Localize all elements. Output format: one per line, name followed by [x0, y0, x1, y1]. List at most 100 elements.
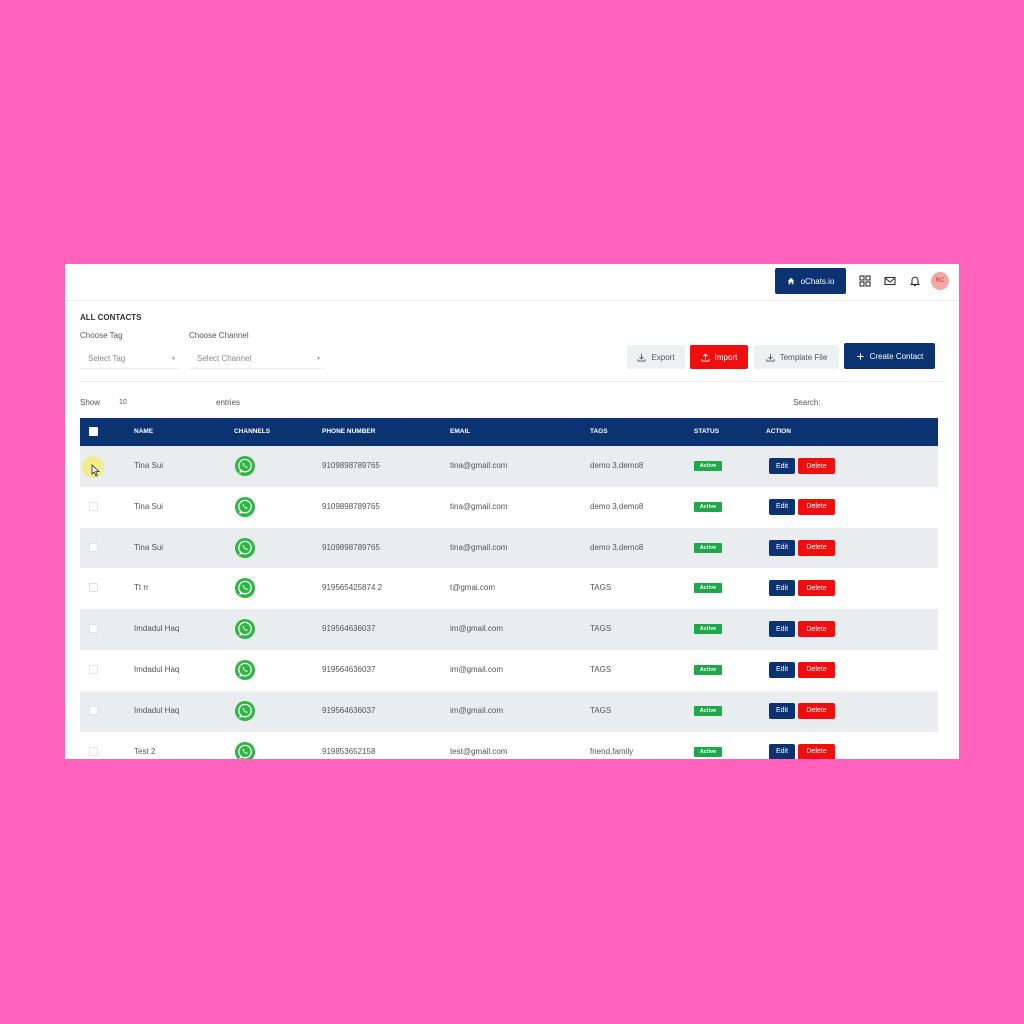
cell-name: Tina Sui: [134, 461, 164, 470]
delete-button[interactable]: Delete: [798, 621, 835, 638]
top-bar: oChats.io RC: [65, 264, 959, 301]
cell-name: Imdadul Haq: [134, 664, 180, 674]
cell-tags: friend,family: [590, 746, 634, 756]
status-badge: Active: [694, 542, 722, 553]
whatsapp-icon: [234, 496, 256, 518]
cell-email: t@gmai.com: [450, 583, 496, 593]
mail-icon[interactable]: [884, 275, 896, 287]
edit-button[interactable]: Edit: [769, 661, 795, 678]
cell-email: im@gmail.com: [450, 705, 504, 715]
edit-button[interactable]: Edit: [769, 743, 795, 759]
cell-name: Tt rr: [134, 583, 149, 593]
delete-button[interactable]: Delete: [798, 498, 835, 515]
cell-tags: TAGS: [590, 705, 612, 715]
cell-name: Imdadul Haq: [134, 705, 180, 715]
show-label: Show: [80, 398, 101, 407]
edit-button[interactable]: Edit: [769, 702, 795, 719]
row-checkbox[interactable]: [89, 583, 98, 593]
cell-tags: demo 3,demo8: [590, 461, 644, 470]
avatar[interactable]: RC: [931, 272, 949, 290]
edit-button[interactable]: Edit: [769, 580, 795, 597]
section-divider: [80, 381, 944, 382]
status-badge: Active: [694, 705, 722, 716]
brand-button[interactable]: oChats.io: [775, 268, 846, 294]
chevron-down-icon: ▼: [171, 355, 176, 362]
search-input[interactable]: [827, 394, 935, 410]
select-all-checkbox[interactable]: [89, 427, 98, 436]
table-row: Tt rr 919565425874 2 t@gmai.com TAGS Active E…: [80, 568, 938, 609]
whatsapp-icon: [234, 700, 256, 722]
delete-button[interactable]: Delete: [798, 539, 835, 556]
row-checkbox[interactable]: [89, 746, 98, 756]
search-label: Search:: [793, 398, 821, 407]
status-badge: Active: [694, 746, 722, 757]
bell-icon[interactable]: [909, 275, 921, 287]
grid-icon[interactable]: [859, 275, 871, 287]
cell-email: im@gmail.com: [450, 664, 504, 674]
row-checkbox[interactable]: [89, 664, 98, 674]
row-checkbox[interactable]: [89, 542, 98, 552]
cell-email: tina@gmail.com: [450, 461, 508, 470]
column-header-email[interactable]: EMAIL: [450, 428, 470, 435]
whatsapp-icon: [234, 537, 256, 559]
cell-tags: demo 3,demo8: [590, 501, 644, 511]
cell-phone: 9109898789765: [322, 542, 380, 552]
create-contact-button[interactable]: Create Contact: [844, 343, 935, 369]
row-checkbox[interactable]: [89, 624, 98, 634]
channel-select-placeholder: Select Channel: [197, 354, 252, 363]
table-row: Test 2 919853652158 test@gmail.com friend,f…: [80, 732, 938, 759]
channel-select[interactable]: Select Channel ▼: [189, 349, 325, 369]
table-row: Tina Sui 9109898789765 tina@gmail.com demo …: [80, 446, 938, 487]
channel-filter-label: Choose Channel: [189, 331, 249, 340]
cell-phone: 919564636037: [322, 664, 376, 674]
delete-button[interactable]: Delete: [798, 702, 835, 719]
download-icon: [766, 353, 775, 362]
contacts-table: NAME CHANNELS PHONE NUMBER EMAIL TAGS ST…: [80, 418, 938, 759]
column-header-status[interactable]: STATUS: [694, 428, 719, 435]
whatsapp-icon: [234, 577, 256, 599]
delete-button[interactable]: Delete: [798, 661, 835, 678]
edit-button[interactable]: Edit: [769, 498, 795, 515]
home-icon: [787, 277, 794, 285]
entries-select[interactable]: 10: [113, 394, 208, 410]
status-badge: Active: [694, 501, 722, 512]
create-contact-label: Create Contact: [869, 351, 924, 361]
delete-button[interactable]: Delete: [798, 580, 835, 597]
table-row: Imdadul Haq 919564636037 im@gmail.com TAGS A…: [80, 650, 938, 691]
cell-email: tina@gmail.com: [450, 542, 508, 552]
edit-button[interactable]: Edit: [769, 621, 795, 638]
tag-filter-label: Choose Tag: [80, 331, 123, 340]
column-header-channels[interactable]: CHANNELS: [234, 428, 270, 435]
column-header-phone[interactable]: PHONE NUMBER: [322, 428, 375, 435]
contacts-app-window: oChats.io RC ALL CONTACTS Choose Tag Sel…: [65, 264, 959, 759]
column-header-name[interactable]: NAME: [134, 428, 153, 435]
edit-button[interactable]: Edit: [769, 458, 795, 474]
delete-button[interactable]: Delete: [798, 743, 835, 759]
export-label: Export: [651, 352, 675, 362]
column-header-action: ACTION: [766, 428, 791, 435]
table-header: NAME CHANNELS PHONE NUMBER EMAIL TAGS ST…: [80, 418, 938, 446]
table-row: Tina Sui 9109898789765 tina@gmail.com demo …: [80, 487, 938, 528]
cell-email: test@gmail.com: [450, 746, 508, 756]
mouse-cursor-icon: [91, 464, 100, 477]
tag-select[interactable]: Select Tag ▼: [80, 349, 180, 369]
status-badge: Active: [694, 624, 722, 635]
cell-phone: 9109898789765: [322, 501, 380, 511]
template-file-label: Template File: [779, 352, 828, 362]
status-badge: Active: [694, 664, 722, 675]
delete-button[interactable]: Delete: [798, 458, 835, 474]
row-checkbox[interactable]: [89, 705, 98, 715]
whatsapp-icon: [234, 455, 256, 477]
template-file-button[interactable]: Template File: [754, 345, 839, 369]
export-button[interactable]: Export: [627, 345, 685, 369]
status-badge: Active: [694, 461, 722, 471]
table-row: Imdadul Haq 919564636037 im@gmail.com TAGS A…: [80, 690, 938, 732]
column-header-tags[interactable]: TAGS: [590, 428, 608, 435]
cell-name: Test 2: [134, 746, 156, 756]
whatsapp-icon: [234, 618, 256, 640]
edit-button[interactable]: Edit: [769, 539, 795, 556]
row-checkbox[interactable]: [89, 501, 98, 511]
table-row: Imdadul Haq 919564636037 im@gmail.com TAGS A…: [80, 609, 938, 650]
table-body: Tina Sui 9109898789765 tina@gmail.com demo …: [80, 446, 938, 759]
import-button[interactable]: Import: [690, 345, 748, 369]
